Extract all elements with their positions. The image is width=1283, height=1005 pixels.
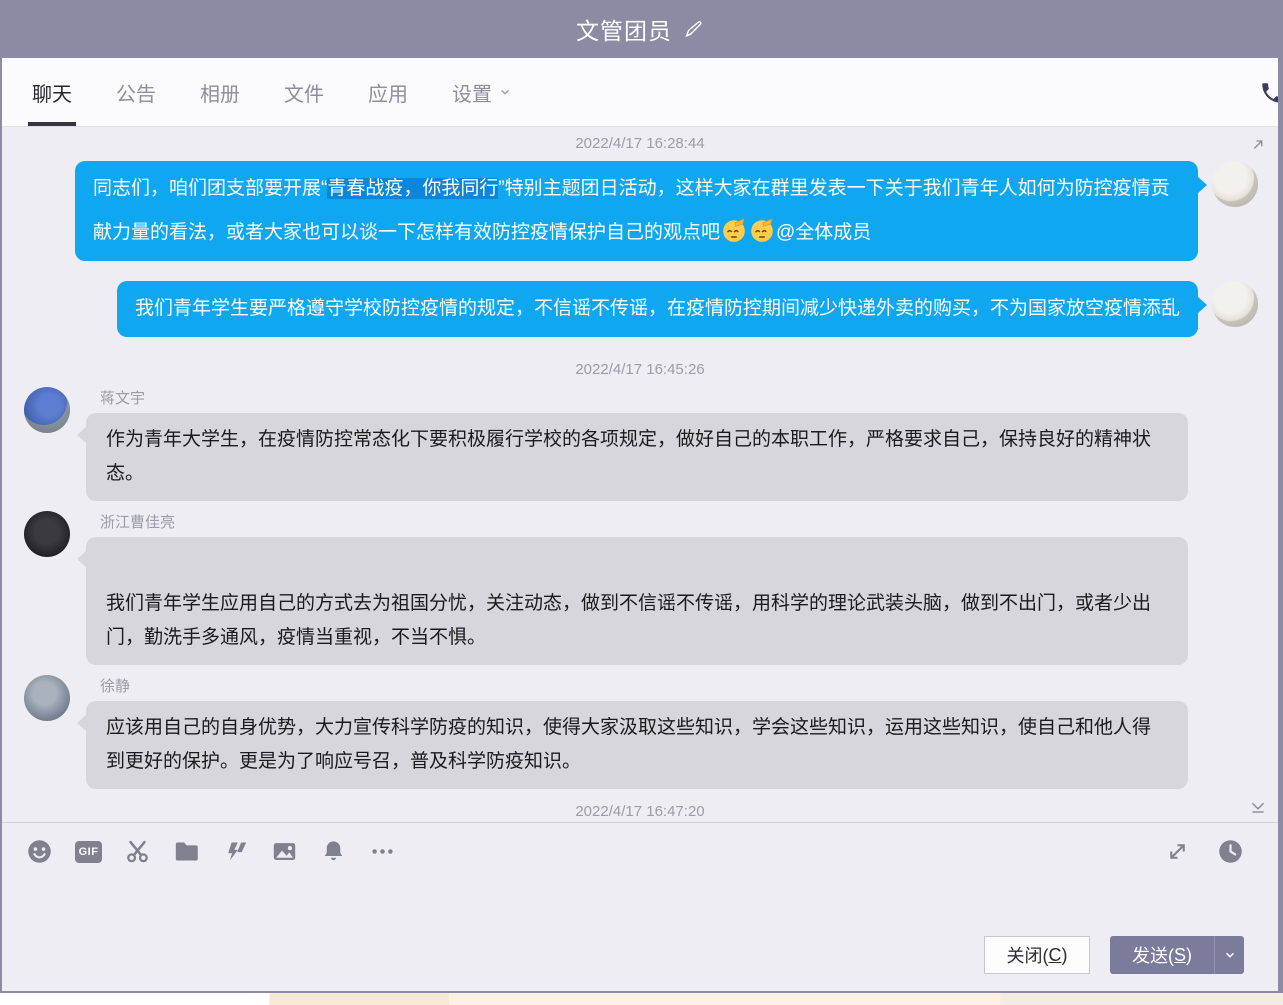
timestamp: 2022/4/17 16:45:26 [2,359,1278,381]
sent-message-row: 同志们，咱们团支部要开展“青春战疫，你我同行”特别主题团日活动，这样大家在群里发… [2,155,1278,267]
desktop-background-strip [0,993,1283,1005]
avatar[interactable] [24,675,70,721]
chevron-down-icon [498,85,512,99]
received-message-row: 浙江曹佳亮 我们青年学生应用自己的方式去为祖国分忧，关注动态，做到不信谣不传谣，… [2,505,1278,669]
avatar[interactable] [1212,161,1258,207]
avatar[interactable] [1212,281,1258,327]
received-message-bubble: 应该用自己的自身优势，大力宣传科学防疫的知识，使得大家汲取这些知识，学会这些知识… [86,701,1188,789]
message-text: 同志们，咱们团支部要开展“ [93,178,327,199]
mention-all-members[interactable]: @全体成员 [776,222,871,243]
received-message-row: 徐静 应该用自己的自身优势，大力宣传科学防疫的知识，使得大家汲取这些知识，学会这… [2,669,1278,793]
message-history-clock-icon[interactable] [1217,838,1244,865]
composer-toolbar: GIF [2,823,1278,871]
tab-settings[interactable]: 设置 [450,58,514,126]
send-button[interactable]: 发送(S) [1110,936,1244,974]
message-text: 应该用自己的自身优势，大力宣传科学防疫的知识，使得大家汲取这些知识，学会这些知识… [106,717,1151,772]
sent-message-bubble: 我们青年学生要严格遵守学校防控疫情的规定，不信谣不传谣，在疫情防控期间减少快递外… [117,281,1198,337]
received-message-row: 蒋文宇 作为青年大学生，在疫情防控常态化下要积极履行学校的各项规定，做好自己的本… [2,381,1278,505]
file-folder-icon[interactable] [173,838,200,865]
group-title: 文管团员 [576,12,672,46]
highlighted-text: 青春战疫，你我同行 [327,178,498,199]
image-icon[interactable] [271,838,298,865]
message-input-area[interactable] [2,871,1278,933]
collapse-up-icon[interactable] [1248,135,1270,153]
close-button[interactable]: 关闭(C) [984,936,1090,974]
sender-name: 徐静 [100,675,130,696]
avatar[interactable] [24,387,70,433]
tab-album[interactable]: 相册 [198,58,242,126]
fullscreen-expand-icon[interactable] [1164,838,1191,865]
send-options-chevron-icon[interactable] [1214,936,1244,974]
sender-name: 浙江曹佳亮 [100,511,175,532]
bell-icon[interactable] [320,838,347,865]
gif-icon[interactable]: GIF [75,838,102,865]
message-text: 我们青年学生要严格遵守学校防控疫情的规定，不信谣不传谣，在疫情防控期间减少快递外… [135,298,1180,319]
sender-name: 蒋文宇 [100,387,145,408]
action-buttons: 关闭(C) 发送(S) [984,936,1244,974]
message-list: 2022/4/17 16:28:44 同志们，咱们团支部要开展“青春战疫，你我同… [2,127,1278,822]
timestamp: 2022/4/17 16:47:20 [2,801,1278,822]
more-ellipsis-icon[interactable] [369,838,396,865]
avatar[interactable] [24,511,70,557]
title-bar: 文管团员 [2,0,1278,58]
sent-message-bubble: 同志们，咱们团支部要开展“青春战疫，你我同行”特别主题团日活动，这样大家在群里发… [75,161,1198,261]
sent-message-row: 我们青年学生要严格遵守学校防控疫情的规定，不信谣不传谣，在疫情防控期间减少快递外… [2,275,1278,343]
voice-call-icon[interactable] [1259,80,1278,106]
send-button-label: 发送(S) [1110,936,1214,974]
saluting-face-emoji [749,217,775,243]
screenshot-scissors-icon[interactable] [124,838,151,865]
edit-title-icon[interactable] [682,18,704,40]
tab-chat[interactable]: 聊天 [30,58,74,126]
message-text: 作为青年大学生，在疫情防控常态化下要积极履行学校的各项规定，做好自己的本职工作，… [106,429,1151,484]
saluting-face-emoji [721,217,747,243]
scroll-to-bottom-icon[interactable] [1248,800,1270,818]
tab-apps[interactable]: 应用 [366,58,410,126]
tab-bar: 聊天 公告 相册 文件 应用 设置 [2,58,1278,127]
group-chat-window: 文管团员 聊天 公告 相册 文件 应用 设置 2022/4/17 16:28:4… [0,0,1283,993]
emoji-icon[interactable] [26,838,53,865]
timestamp: 2022/4/17 16:28:44 [2,133,1278,155]
composer: GIF [2,822,1278,991]
tab-files[interactable]: 文件 [282,58,326,126]
tab-announcement[interactable]: 公告 [114,58,158,126]
message-text: 我们青年学生应用自己的方式去为祖国分忧，关注动态，做到不信谣不传谣，用科学的理论… [106,593,1151,648]
window-shake-icon[interactable] [222,838,249,865]
received-message-bubble: 作为青年大学生，在疫情防控常态化下要积极履行学校的各项规定，做好自己的本职工作，… [86,413,1188,501]
received-message-bubble: 我们青年学生应用自己的方式去为祖国分忧，关注动态，做到不信谣不传谣，用科学的理论… [86,537,1188,665]
